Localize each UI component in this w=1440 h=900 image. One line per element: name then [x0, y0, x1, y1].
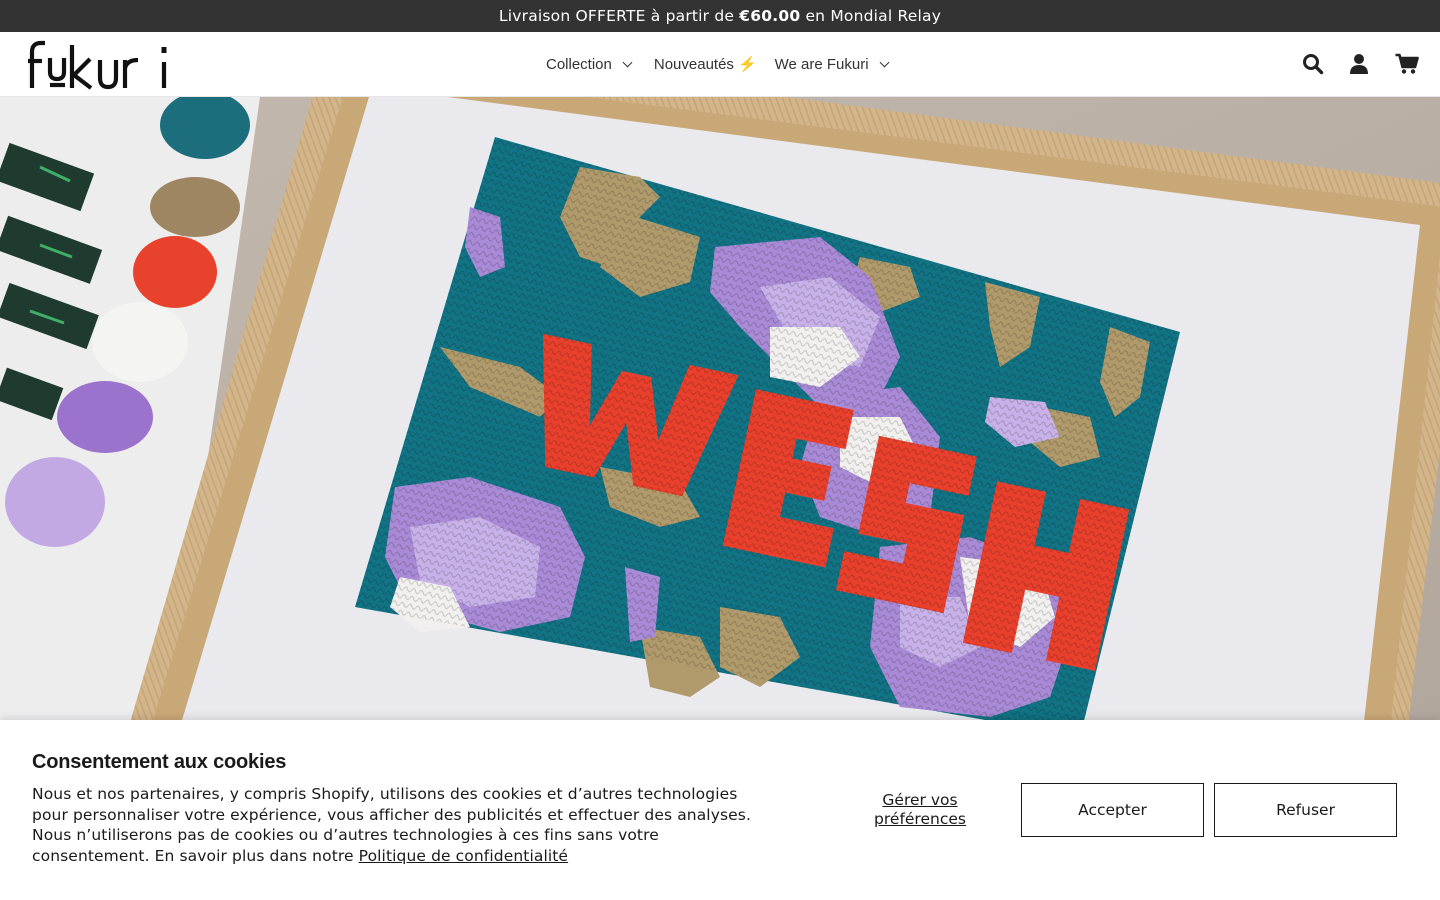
lightning-bolt-icon: ⚡	[737, 56, 757, 73]
refuse-button[interactable]: Refuser	[1214, 783, 1397, 837]
nav-we-are-fukuri-label: We are Fukuri	[774, 55, 869, 73]
site-header: Collection Nouveautés ⚡ We are Fukuri	[0, 32, 1440, 97]
cookie-banner: Consentement aux cookies Nous et nos par…	[0, 720, 1440, 900]
privacy-policy-link[interactable]: Politique de confidentialité	[359, 847, 568, 865]
main-nav: Collection Nouveautés ⚡ We are Fukuri	[546, 32, 889, 96]
nav-item-nouveautes[interactable]: Nouveautés ⚡	[653, 55, 757, 74]
announcement-suffix: en Mondial Relay	[800, 7, 942, 25]
chevron-down-icon	[622, 57, 633, 67]
announcement-prefix: Livraison OFFERTE à partir de	[498, 7, 740, 25]
nav-item-we-are-fukuri[interactable]: We are Fukuri	[774, 55, 889, 73]
cookie-title: Consentement aux cookies	[32, 751, 287, 773]
search-button[interactable]	[1301, 52, 1325, 76]
nav-nouveautes-label: Nouveautés	[653, 55, 734, 73]
nav-item-collection[interactable]: Collection	[546, 55, 633, 73]
manage-preferences-link[interactable]: Gérer vos préférences	[850, 791, 990, 829]
nav-collection-label: Collection	[546, 55, 612, 73]
account-icon	[1350, 54, 1368, 74]
cookie-description: Nous et nos partenaires, y compris Shopi…	[32, 784, 772, 867]
announcement-amount: €60.00	[739, 7, 801, 25]
accept-button[interactable]: Accepter	[1021, 783, 1204, 837]
cart-button[interactable]	[1395, 52, 1419, 76]
cart-icon	[1395, 53, 1419, 74]
fukuri-logo[interactable]	[28, 40, 168, 90]
chevron-down-icon	[879, 57, 889, 67]
hero-embroidery-illustration	[0, 97, 1440, 720]
account-button[interactable]	[1347, 52, 1371, 76]
hero-image[interactable]	[0, 97, 1440, 720]
logo-wordmark	[28, 40, 167, 90]
search-icon	[1303, 54, 1324, 75]
announcement-bar: Livraison OFFERTE à partir de €60.00 en …	[0, 0, 1440, 32]
